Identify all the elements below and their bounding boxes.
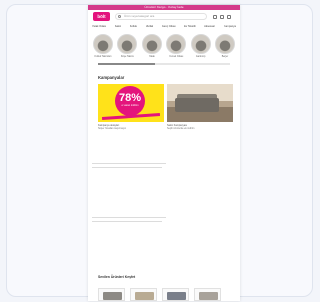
promo-subcaption: Seçili ürünlerde ek indirim	[167, 127, 195, 130]
nav-item[interactable]: Kampanya	[224, 24, 236, 30]
category-image	[166, 34, 187, 54]
nav-item[interactable]: Genç Odası	[162, 24, 176, 30]
promo-card[interactable]: 78% e varan indirim Kampanya detayları S…	[98, 84, 164, 130]
product-image	[135, 292, 154, 300]
section-title: Kampanyalar	[98, 75, 125, 80]
promo-ribbon	[101, 112, 161, 121]
loading-placeholder	[92, 167, 162, 168]
category-label: Yatak	[148, 55, 155, 58]
product-image	[103, 292, 122, 300]
category-label: Koltuk Takımları	[94, 55, 112, 58]
brand-logo[interactable]: bölt	[93, 12, 110, 21]
category-label: Berjer	[221, 55, 229, 58]
category-image	[117, 34, 138, 54]
discount-badge: 78% e varan indirim	[115, 86, 145, 116]
discount-subtext: e varan indirim	[121, 104, 139, 107]
product-image	[167, 292, 186, 300]
nav-item[interactable]: Ev Tekstili	[184, 24, 195, 30]
bottom-section-title: Sevilen Ürünleri Keşfet	[98, 275, 136, 279]
product-thumbnails	[98, 288, 221, 301]
user-icon[interactable]	[213, 15, 217, 19]
category-label: Gardırop	[195, 55, 206, 58]
category-label: Köşe Takımı	[120, 55, 134, 58]
promo-banner: 78% e varan indirim	[98, 84, 164, 122]
category-item[interactable]: Yemek Odası	[165, 34, 187, 58]
category-image	[93, 34, 113, 54]
category-carousel: Koltuk Takımları Köşe Takımı Yatak Yemek…	[88, 34, 240, 58]
sofa-image	[175, 98, 219, 112]
category-item[interactable]: Koltuk Takımları	[92, 34, 114, 58]
category-item[interactable]: Yatak	[141, 34, 163, 58]
promo-card[interactable]: Salon Kampanyası Seçili ürünlerde ek ind…	[167, 84, 233, 130]
nav-item[interactable]: Aksesuar	[204, 24, 215, 30]
category-label: Yemek Odası	[169, 55, 184, 58]
promo-row: 78% e varan indirim Kampanya detayları S…	[88, 84, 240, 130]
promo-banner	[167, 84, 233, 122]
product-thumb[interactable]	[194, 288, 221, 301]
search-icon	[118, 15, 121, 18]
loading-placeholder	[92, 217, 166, 218]
category-image	[190, 34, 211, 54]
product-image	[199, 292, 218, 300]
product-thumb[interactable]	[98, 288, 125, 301]
nav-item[interactable]: Mutfak	[146, 24, 154, 30]
category-image	[214, 34, 235, 54]
mobile-page: Ücretsiz Kargo · Kolay İade bölt Ürün ve…	[88, 5, 240, 301]
category-item[interactable]: Gardırop	[190, 34, 212, 58]
category-item[interactable]: Köşe Takımı	[116, 34, 138, 58]
heart-icon[interactable]	[220, 15, 224, 19]
loading-placeholder	[92, 163, 166, 164]
loading-placeholder	[92, 221, 162, 222]
main-nav: Yatak Odası Salon Koltuk Mutfak Genç Oda…	[88, 24, 240, 30]
search-input[interactable]: Ürün veya kategori ara	[115, 13, 207, 20]
cart-icon[interactable]	[227, 15, 231, 19]
carousel-scrollbar[interactable]	[98, 63, 230, 65]
promo-subcaption: Süper fırsatları kaçırmayın	[98, 127, 127, 130]
discount-value: 78%	[118, 92, 142, 104]
product-thumb[interactable]	[130, 288, 157, 301]
nav-item[interactable]: Yatak Odası	[92, 24, 106, 30]
nav-item[interactable]: Koltuk	[130, 24, 137, 30]
scrollbar-thumb[interactable]	[98, 63, 155, 65]
nav-item[interactable]: Salon	[115, 24, 122, 30]
product-thumb[interactable]	[162, 288, 189, 301]
category-image	[141, 34, 162, 54]
site-header: bölt Ürün veya kategori ara	[88, 10, 240, 24]
category-item[interactable]: Berjer	[214, 34, 236, 58]
